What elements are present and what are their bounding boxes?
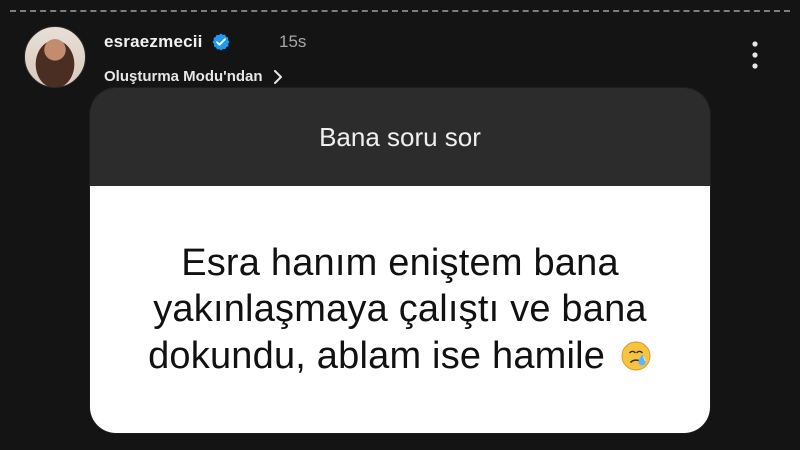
creation-mode-link[interactable]: Oluşturma Modu'ndan xyxy=(104,68,283,85)
question-sticker-body: Esra hanım eniştem bana yakınlaşmaya çal… xyxy=(90,186,710,433)
story-progress-track xyxy=(10,10,790,12)
post-time: 15s xyxy=(279,32,307,51)
chevron-right-icon xyxy=(273,69,282,84)
story-screen: esraezmecii 15s Oluşturma Modu'ndan Bana… xyxy=(0,0,800,450)
question-line-1: Esra hanım eniştem bana xyxy=(181,241,619,284)
question-line-3-wrap: dokundu, ablam ise hamile xyxy=(120,333,680,379)
question-sticker-header: Bana soru sor xyxy=(90,88,710,186)
question-line-3: dokundu, ablam ise hamile xyxy=(148,334,606,377)
question-sticker-card: Bana soru sor Esra hanım eniştem bana ya… xyxy=(90,88,710,433)
question-line-2: yakınlaşmaya çalıştı ve bana xyxy=(153,288,647,331)
question-prompt: Bana soru sor xyxy=(319,121,481,152)
profile-avatar[interactable] xyxy=(24,26,86,88)
story-header: esraezmecii 15s Oluşturma Modu'ndan xyxy=(24,26,776,96)
more-options-icon[interactable] xyxy=(750,38,760,72)
crying-face-emoji-icon xyxy=(621,341,651,371)
username[interactable]: esraezmecii xyxy=(104,32,203,52)
creation-mode-label: Oluşturma Modu'ndan xyxy=(104,68,263,85)
verified-badge-icon xyxy=(212,33,230,51)
question-text: Esra hanım eniştem bana yakınlaşmaya çal… xyxy=(120,240,680,379)
